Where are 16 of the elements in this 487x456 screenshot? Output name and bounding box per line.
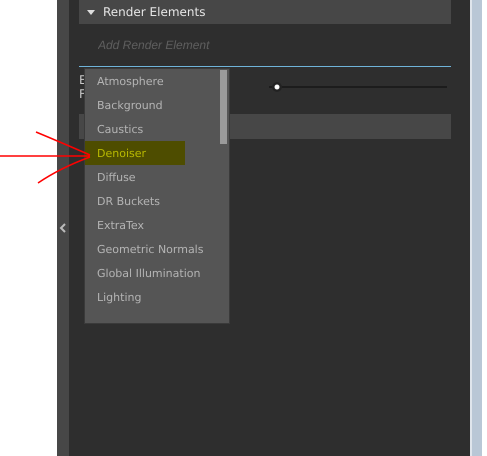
dropdown-item[interactable]: Denoiser bbox=[85, 141, 185, 165]
dropdown-item[interactable]: Geometric Normals bbox=[85, 237, 229, 261]
section-header[interactable]: Render Elements bbox=[79, 0, 451, 24]
scroll-thumb[interactable] bbox=[220, 70, 227, 144]
dropdown-item[interactable]: ExtraTex bbox=[85, 213, 229, 237]
dropdown-item[interactable]: Global Illumination bbox=[85, 261, 229, 285]
chevron-left-icon[interactable] bbox=[59, 223, 67, 233]
dropdown-item[interactable]: Lighting bbox=[85, 285, 229, 309]
section-title: Render Elements bbox=[103, 5, 206, 19]
dropdown-item[interactable]: Atmosphere bbox=[85, 69, 229, 93]
dropdown-item[interactable]: DR Buckets bbox=[85, 189, 229, 213]
slider-thumb[interactable] bbox=[272, 82, 282, 92]
dropdown-item[interactable]: Background bbox=[85, 93, 229, 117]
dropdown-item[interactable]: Diffuse bbox=[85, 165, 229, 189]
scrollbar[interactable] bbox=[470, 0, 482, 456]
dropdown-item[interactable]: Caustics bbox=[85, 117, 229, 141]
